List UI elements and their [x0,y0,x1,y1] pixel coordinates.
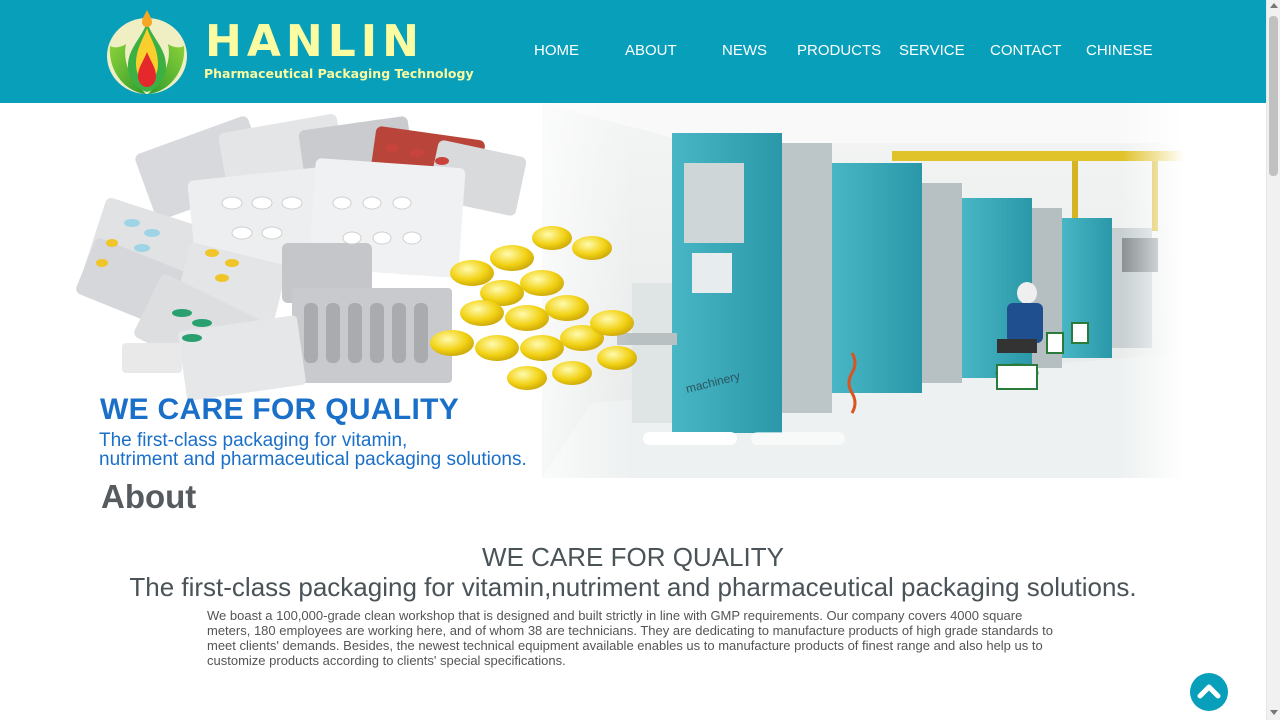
back-to-top-button[interactable] [1190,673,1228,711]
hero-banner: machinery WE CARE FOR QUALITY The first-… [72,103,1184,478]
nav-contact[interactable]: CONTACT [990,42,1061,60]
site-header: HANLIN Pharmaceutical Packaging Technolo… [0,0,1266,103]
about-description: We boast a 100,000-grade clean workshop … [207,608,1053,668]
nav-news[interactable]: NEWS [722,42,767,60]
scroll-thumb[interactable] [1269,16,1278,176]
about-tagline-secondary: The first-class packaging for vitamin,nu… [129,572,1137,602]
brand-tagline: Pharmaceutical Packaging Technology [204,66,474,81]
banner-title: WE CARE FOR QUALITY [100,393,460,426]
banner-subtitle-line2: nutriment and pharmaceutical packaging s… [99,449,527,470]
blister-packs [76,113,527,401]
banner-subtitle: The first-class packaging for vitamin, n… [99,431,659,469]
brand-name[interactable]: HANLIN [205,18,424,66]
scroll-up-arrow-icon[interactable] [1270,3,1278,8]
nav-about[interactable]: ABOUT [625,42,677,60]
page-scrollbar[interactable] [1266,0,1280,720]
banner-subtitle-line1: The first-class packaging for vitamin, [99,430,408,451]
scroll-down-arrow-icon[interactable] [1270,710,1278,715]
slide-dot-2[interactable] [751,432,845,445]
nav-home[interactable]: HOME [534,42,579,60]
hanlin-logo[interactable] [106,8,188,96]
nav-service[interactable]: SERVICE [899,42,965,60]
slide-dot-1[interactable] [643,432,737,445]
nav-products[interactable]: PRODUCTS [797,42,881,60]
about-heading: About [101,478,197,515]
chevron-up-icon [1197,684,1221,699]
about-tagline: WE CARE FOR QUALITY [482,542,784,572]
nav-chinese[interactable]: CHINESE [1086,42,1153,60]
